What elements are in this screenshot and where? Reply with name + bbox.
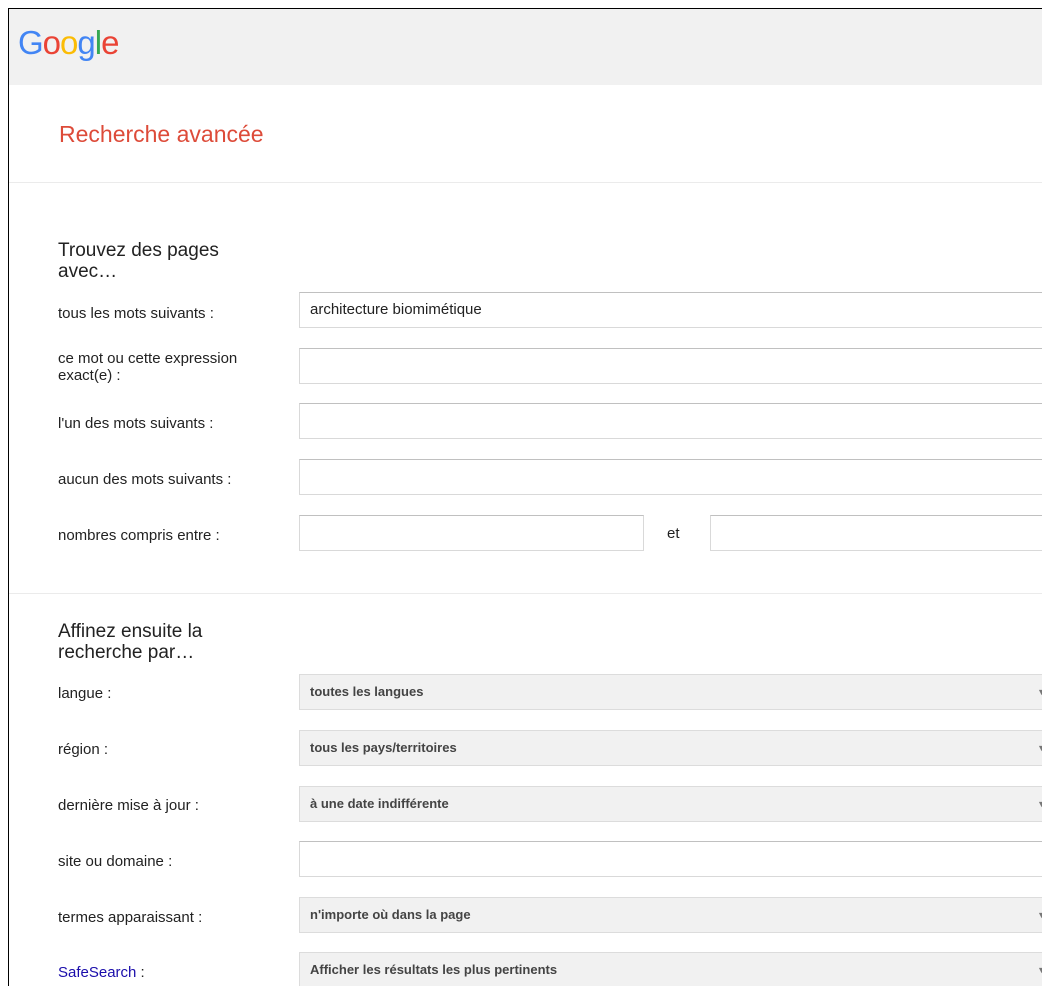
language-label: langue : (58, 685, 112, 702)
language-selected: toutes les langues (310, 684, 424, 699)
chevron-down-icon: ▼ (1037, 731, 1042, 765)
top-bar: Google (9, 9, 1042, 85)
chevron-down-icon: ▼ (1037, 787, 1042, 821)
safesearch-link[interactable]: SafeSearch (58, 964, 136, 981)
exact-phrase-input[interactable] (299, 348, 1042, 384)
terms-location-selected: n'importe où dans la page (310, 907, 471, 922)
region-label: région : (58, 741, 109, 758)
safesearch-label: SafeSearch : (58, 964, 288, 981)
none-words-input[interactable] (299, 459, 1042, 495)
logo-letter: o (42, 24, 61, 61)
site-domain-label: site ou domaine : (58, 853, 173, 870)
region-selected: tous les pays/territoires (310, 740, 457, 755)
region-select[interactable]: tous les pays/territoires ▼ (299, 730, 1042, 766)
find-pages-heading: Trouvez des pages avec… (58, 240, 219, 282)
safesearch-label-suffix: : (136, 964, 145, 981)
last-update-select[interactable]: à une date indifférente ▼ (299, 786, 1042, 822)
logo-letter: o (60, 24, 78, 61)
number-range-from-input[interactable] (299, 515, 644, 551)
header-divider (9, 182, 1042, 183)
number-range-to-input[interactable] (710, 515, 1042, 551)
chevron-down-icon: ▼ (1037, 953, 1042, 986)
safesearch-selected: Afficher les résultats les plus pertinen… (310, 962, 558, 977)
exact-phrase-label: ce mot ou cette expression exact(e) : (58, 350, 238, 384)
any-words-label: l'un des mots suivants : (58, 415, 214, 432)
number-range-label: nombres compris entre : (58, 527, 220, 544)
refine-heading: Affinez ensuite la recherche par… (58, 621, 203, 663)
logo-letter: g (77, 24, 95, 61)
terms-location-select[interactable]: n'importe où dans la page ▼ (299, 897, 1042, 933)
number-range-and-label: et (667, 525, 680, 542)
all-words-label: tous les mots suivants : (58, 305, 214, 322)
last-update-label: dernière mise à jour : (58, 797, 199, 814)
any-words-input[interactable] (299, 403, 1042, 439)
chevron-down-icon: ▼ (1037, 675, 1042, 709)
chevron-down-icon: ▼ (1037, 898, 1042, 932)
logo-letter: e (101, 24, 119, 61)
last-update-selected: à une date indifférente (310, 796, 449, 811)
google-logo[interactable]: Google (18, 23, 119, 63)
none-words-label: aucun des mots suivants : (58, 471, 232, 488)
page-title: Recherche avancée (59, 121, 264, 147)
page-frame: Google Recherche avancée Trouvez des pag… (8, 8, 1042, 986)
language-select[interactable]: toutes les langues ▼ (299, 674, 1042, 710)
logo-letter: G (18, 24, 44, 61)
section-divider (9, 593, 1042, 594)
all-words-input[interactable]: architecture biomimétique (299, 292, 1042, 328)
site-domain-input[interactable] (299, 841, 1042, 877)
terms-location-label: termes apparaissant : (58, 909, 203, 926)
safesearch-select[interactable]: Afficher les résultats les plus pertinen… (299, 952, 1042, 986)
